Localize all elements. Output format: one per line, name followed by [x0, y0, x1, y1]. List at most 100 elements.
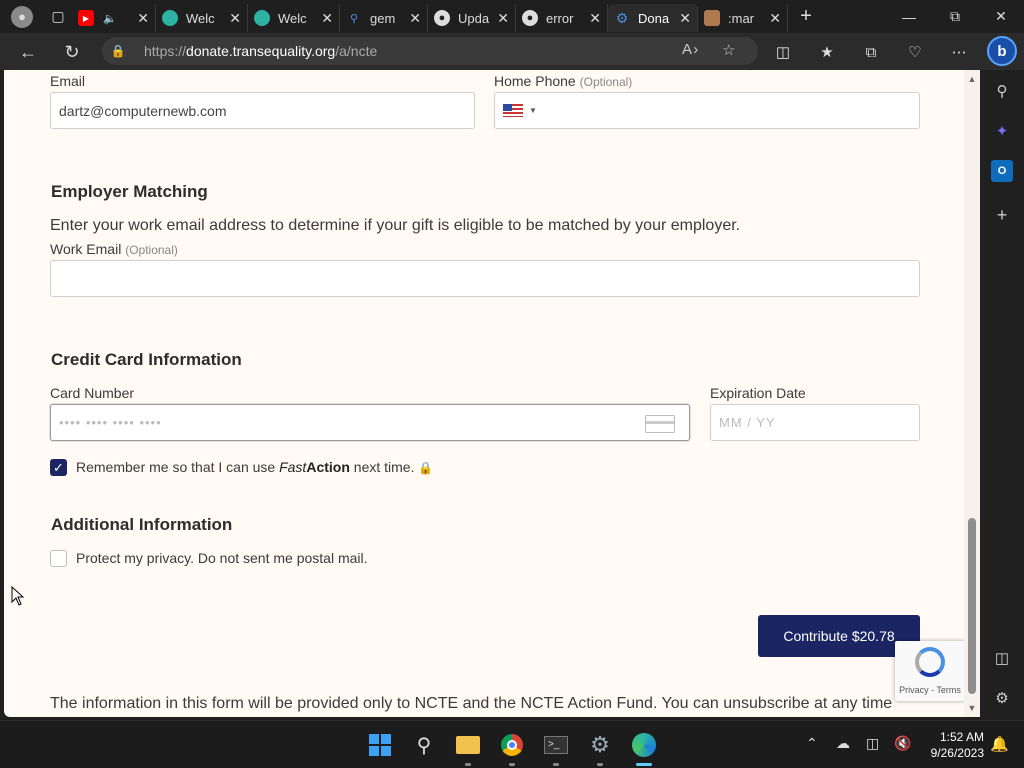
close-window-button[interactable]: ✕ [978, 0, 1024, 33]
close-tab-icon[interactable]: ✕ [409, 10, 421, 27]
tab-github-error[interactable]: ● error ✕ [516, 4, 608, 32]
us-flag-icon[interactable] [503, 104, 523, 117]
add-icon[interactable]: + [991, 204, 1013, 226]
chevron-down-icon[interactable]: ▼ [529, 106, 537, 115]
avatar-icon: ● [11, 5, 33, 28]
privacy-checkbox[interactable] [50, 550, 67, 567]
remember-me-label: Remember me so that I can use FastAction… [76, 459, 434, 475]
sidebar-toggle-icon[interactable]: ◫ [991, 647, 1013, 669]
collections-icon[interactable]: ⧉ [858, 39, 884, 65]
refresh-button[interactable]: ↻ [57, 37, 87, 67]
onedrive-icon[interactable]: ☁ [836, 735, 850, 752]
tab-actions-button[interactable]: ▢ [44, 0, 72, 33]
windows-taskbar: ⚲ >_ ⚙ ⌃ ☁ ◫ 🔇 1:52 AM 9/26/2023 🔔 [0, 720, 1024, 768]
file-explorer-icon[interactable] [454, 731, 482, 759]
taskbar-running-indicator [465, 763, 471, 766]
lock-icon[interactable]: 🔒 [102, 44, 134, 58]
outlook-icon[interactable]: O [991, 160, 1013, 182]
read-aloud-icon[interactable]: A › [682, 41, 698, 58]
more-options-icon[interactable]: ⋯ [946, 39, 972, 65]
windows-logo-icon [369, 734, 391, 756]
tab-mar[interactable]: :mar ✕ [698, 4, 788, 32]
web-page: Email dartz@computernewb.com Home Phone … [4, 70, 980, 717]
restore-button[interactable]: ⧉ [932, 0, 978, 33]
taskbar-active-indicator [636, 763, 652, 766]
favorite-star-icon[interactable]: ☆ [722, 41, 735, 59]
tab-youtube[interactable]: ▶ 🔈 ✕ [72, 4, 156, 32]
performance-icon[interactable]: ♡ [902, 39, 928, 65]
edge-browser-icon[interactable] [630, 731, 658, 759]
bing-copilot-button[interactable]: b [987, 36, 1017, 66]
taskbar-running-indicator [509, 763, 515, 766]
checkmark-icon: ✓ [53, 459, 64, 475]
home-phone-field[interactable]: ▼ [494, 92, 920, 129]
volume-muted-icon[interactable]: 🔇 [894, 735, 911, 752]
tab-welcome-2[interactable]: Welc ✕ [248, 4, 340, 32]
tab-label: error [546, 10, 574, 26]
favorites-icon[interactable]: ★ [814, 39, 840, 65]
profile-button[interactable]: ● [0, 0, 44, 33]
network-icon[interactable]: ◫ [866, 735, 879, 752]
tab-welcome-1[interactable]: Welc ✕ [156, 4, 248, 32]
scroll-up-arrow[interactable]: ▲ [964, 74, 980, 84]
back-button[interactable]: ← [13, 37, 43, 67]
card-number-field[interactable]: •••• •••• •••• •••• [50, 404, 690, 441]
email-field[interactable]: dartz@computernewb.com [50, 92, 475, 129]
chrome-icon[interactable] [498, 731, 526, 759]
taskbar-running-indicator [597, 763, 603, 766]
expiration-date-label: Expiration Date [710, 385, 806, 401]
notification-bell-icon[interactable]: 🔔 [990, 735, 1009, 753]
remember-me-checkbox[interactable]: ✓ [50, 459, 67, 476]
close-tab-icon[interactable]: ✕ [229, 10, 241, 27]
minimize-button[interactable]: — [886, 0, 932, 33]
youtube-icon: ▶ [78, 10, 94, 26]
tab-label: Dona [638, 10, 670, 26]
chevron-up-icon[interactable]: ⌃ [806, 735, 818, 752]
settings-gear-icon[interactable]: ⚙ [991, 687, 1013, 709]
lock-icon: 🔒 [418, 461, 434, 475]
credit-card-heading: Credit Card Information [51, 350, 242, 369]
search-icon[interactable]: ⚲ [991, 80, 1013, 102]
disclaimer-text: The information in this form will be pro… [50, 695, 893, 712]
new-tab-button[interactable]: + [788, 0, 824, 33]
tab-search[interactable]: ⚲ gem ✕ [340, 4, 428, 32]
close-tab-icon[interactable]: ✕ [769, 10, 781, 27]
gear-icon: ⚙ [615, 9, 629, 26]
tab-strip: ● ▢ ▶ 🔈 ✕ Welc ✕ Welc ✕ ⚲ gem ✕ ● Upda ✕… [0, 0, 1024, 33]
work-email-label: Work Email (Optional) [50, 241, 178, 257]
speaker-icon[interactable]: 🔈 [102, 10, 118, 26]
taskbar-search-icon[interactable]: ⚲ [410, 731, 438, 759]
recaptcha-links[interactable]: Privacy - Terms [895, 685, 965, 695]
employer-matching-heading: Employer Matching [51, 182, 208, 201]
tab-github-update[interactable]: ● Upda ✕ [428, 4, 516, 32]
terminal-icon[interactable]: >_ [542, 731, 570, 759]
address-bar[interactable]: 🔒 https://donate.transequality.org/a/nct… [102, 37, 758, 65]
work-email-field[interactable] [50, 260, 920, 297]
close-tab-icon[interactable]: ✕ [321, 10, 333, 27]
copilot-icon[interactable]: ✦ [991, 120, 1013, 142]
clock[interactable]: 1:52 AM 9/26/2023 [918, 729, 984, 761]
page-scrollbar[interactable]: ▲ ▼ [964, 70, 980, 717]
edge-icon [162, 10, 178, 26]
navigation-bar: ← ↻ 🔒 https://donate.transequality.org/a… [0, 33, 1024, 70]
recaptcha-icon [915, 647, 945, 677]
scroll-thumb[interactable] [968, 518, 976, 694]
employer-description: Enter your work email address to determi… [50, 217, 741, 234]
tab-label: Welc [278, 10, 307, 26]
tab-donate[interactable]: ⚙ Dona ✕ [608, 4, 698, 32]
mouse-cursor-icon [11, 585, 25, 611]
tab-label: gem [370, 10, 396, 26]
close-tab-icon[interactable]: ✕ [589, 10, 601, 27]
split-screen-icon[interactable]: ◫ [770, 39, 796, 65]
start-button[interactable] [366, 731, 394, 759]
scroll-down-arrow[interactable]: ▼ [964, 703, 980, 713]
close-tab-icon[interactable]: ✕ [497, 10, 509, 27]
credit-card-icon [645, 415, 675, 433]
email-label: Email [50, 73, 86, 89]
tab-label: Upda [458, 10, 490, 26]
close-tab-icon[interactable]: ✕ [679, 10, 691, 27]
recaptcha-badge[interactable]: Privacy - Terms [895, 641, 965, 701]
expiration-date-field[interactable]: MM / YY [710, 404, 920, 441]
settings-app-icon[interactable]: ⚙ [586, 731, 614, 759]
close-tab-icon[interactable]: ✕ [137, 10, 149, 27]
